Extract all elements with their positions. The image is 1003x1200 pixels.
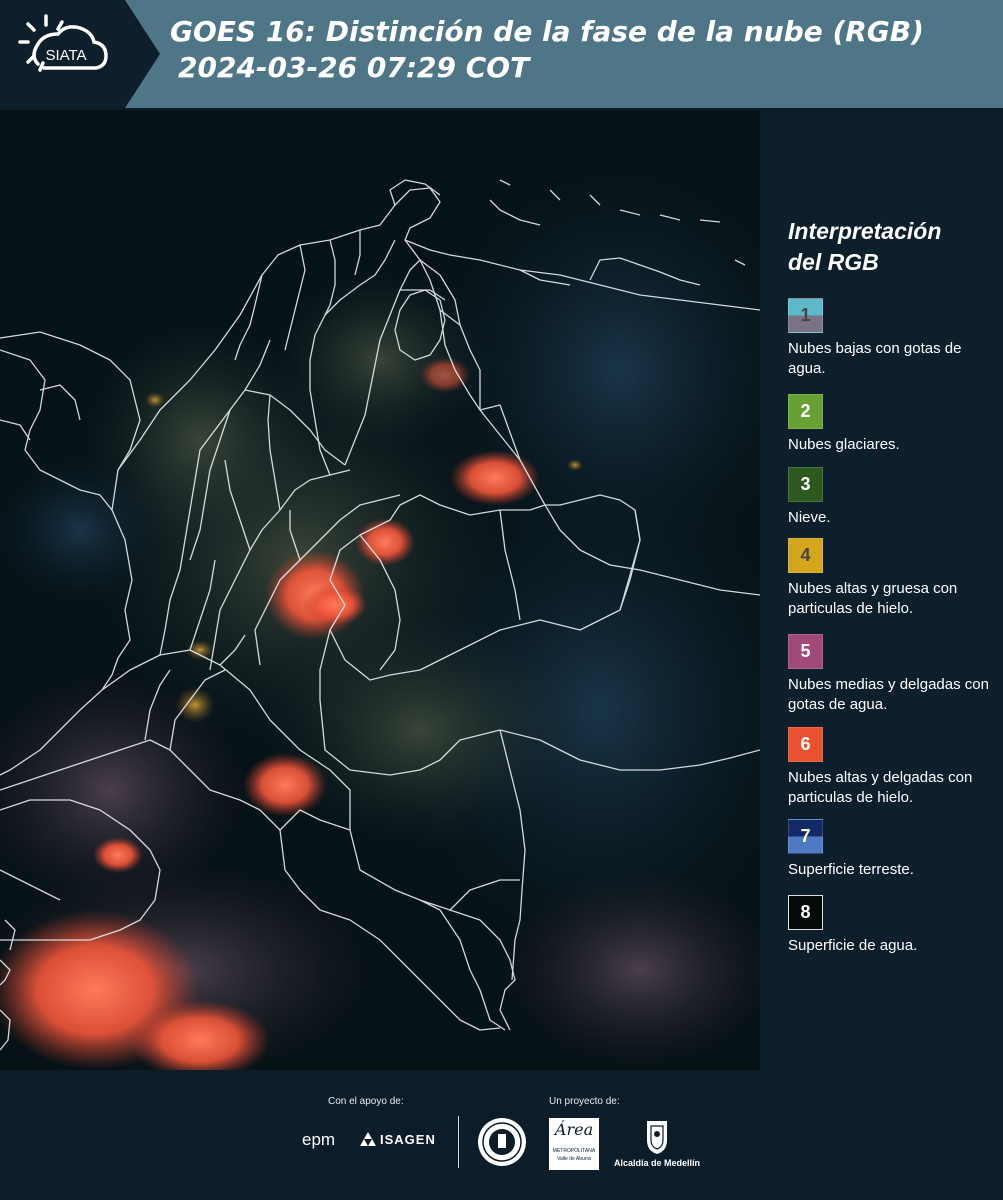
legend-label-4: Nubes altas y gruesa con particulas de h… <box>788 580 958 617</box>
area-text: Área <box>554 1120 594 1139</box>
legend-number-5: 5 <box>800 641 811 661</box>
legend-number-8: 8 <box>800 902 811 922</box>
legend-label-8: Superficie de agua. <box>788 937 918 954</box>
legend-label-6: Nubes altas y delgadas con particulas de… <box>788 769 973 806</box>
legend-title-line-1: Interpretación <box>788 218 942 244</box>
support-label: Con el apoyo de: <box>328 1096 404 1107</box>
legend-label-1: Nubes bajas con gotas de agua. <box>788 340 962 377</box>
header: SIATA GOES 16: Distinción de la fase de … <box>0 0 1003 108</box>
isagen-icon <box>360 1132 376 1146</box>
legend-number-2: 2 <box>800 401 811 421</box>
legend-swatch-4: 4 <box>788 538 823 573</box>
legend-number-6: 6 <box>800 734 811 754</box>
legend-item-7: 7 Superficie terreste. <box>788 819 998 880</box>
alcaldia-logo: Alcaldía de Medellín <box>612 1118 702 1170</box>
area-metropolitana-logo: Área METROPOLITANA Valle de Aburrá <box>549 1118 599 1170</box>
coat-of-arms-icon <box>647 1121 667 1154</box>
legend-number-3: 3 <box>800 474 811 494</box>
legend-item-8: 8 Superficie de agua. <box>788 895 998 956</box>
legend-swatch-3: 3 <box>788 467 823 502</box>
legend-item-4: 4 Nubes altas y gruesa con particulas de… <box>788 538 998 619</box>
legend-item-3: 3 Nieve. <box>788 467 998 528</box>
legend-item-6: 6 Nubes altas y delgadas con particulas … <box>788 727 998 808</box>
legend-label-5: Nubes medias y delgadas con gotas de agu… <box>788 676 989 713</box>
legend-number-1: 1 <box>800 305 811 325</box>
legend-title-line-2: del RGB <box>788 249 879 275</box>
legend-swatch-6: 6 <box>788 727 823 762</box>
seal-logo <box>476 1116 528 1173</box>
footer-divider <box>458 1116 459 1168</box>
footer: Con el apoyo de: Un proyecto de: epm ISA… <box>0 1070 1003 1200</box>
legend-item-1: 1 Nubes bajas con gotas de agua. <box>788 298 998 379</box>
legend-label-3: Nieve. <box>788 509 831 526</box>
title-line-2: 2024-03-26 07:29 COT <box>178 51 530 84</box>
legend-swatch-1: 1 <box>788 298 823 333</box>
legend-item-5: 5 Nubes medias y delgadas con gotas de a… <box>788 634 998 715</box>
project-label: Un proyecto de: <box>549 1096 620 1107</box>
legend-number-7: 7 <box>800 826 811 846</box>
epm-logo: epm <box>302 1130 336 1149</box>
siata-logo: SIATA <box>0 0 160 108</box>
legend-swatch-5: 5 <box>788 634 823 669</box>
svg-text:SIATA: SIATA <box>45 47 86 64</box>
legend-swatch-7: 7 <box>788 819 823 854</box>
legend-label-2: Nubes glaciares. <box>788 436 900 453</box>
legend-label-7: Superficie terreste. <box>788 861 914 878</box>
satellite-map[interactable] <box>0 110 760 1070</box>
title-line-1: GOES 16: Distinción de la fase de la nub… <box>170 15 924 48</box>
legend-swatch-2: 2 <box>788 394 823 429</box>
area-sub-2: Valle de Aburrá <box>557 1156 591 1162</box>
isagen-text: ISAGEN <box>380 1132 436 1147</box>
legend-panel: Interpretación del RGB 1 Nubes bajas con… <box>760 110 1003 1070</box>
alcaldia-text: Alcaldía de Medellín <box>613 1158 701 1168</box>
legend-number-4: 4 <box>800 545 811 565</box>
legend-title: Interpretación del RGB <box>788 216 941 278</box>
page-title: GOES 16: Distinción de la fase de la nub… <box>170 14 924 86</box>
area-sub-1: METROPOLITANA <box>552 1148 596 1154</box>
legend-item-2: 2 Nubes glaciares. <box>788 394 998 455</box>
legend-swatch-8: 8 <box>788 895 823 930</box>
